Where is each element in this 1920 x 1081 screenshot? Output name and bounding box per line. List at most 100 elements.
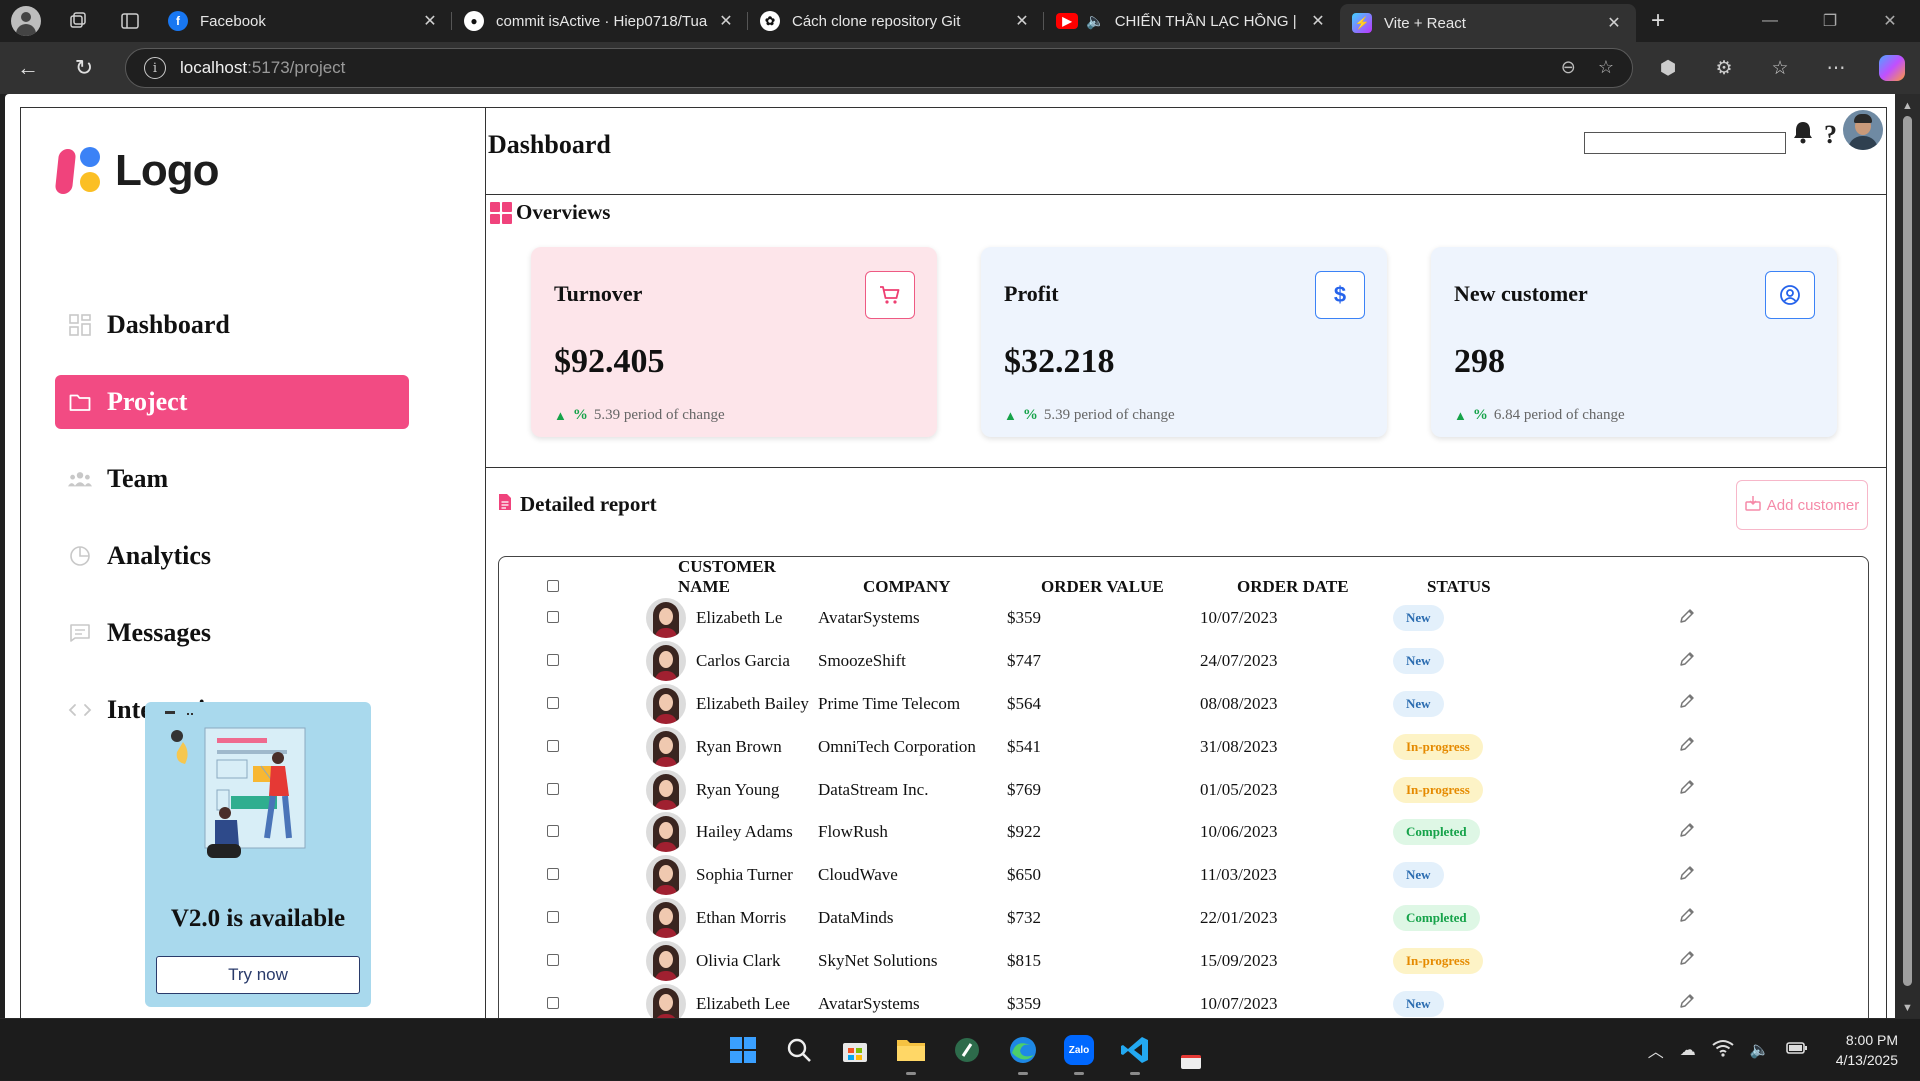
bell-icon[interactable] — [1793, 120, 1813, 149]
dollar-icon[interactable]: $ — [1315, 271, 1365, 319]
app-icon[interactable] — [946, 1029, 988, 1071]
browser-profile-button[interactable] — [0, 0, 52, 42]
scroll-up-icon[interactable]: ▲ — [1902, 100, 1913, 112]
wifi-icon[interactable] — [1712, 1039, 1734, 1062]
sidebar-item-messages[interactable]: Messages — [55, 606, 409, 660]
search-icon[interactable] — [778, 1029, 820, 1071]
address-bar[interactable]: i localhost:5173/project ⊖ ☆ — [125, 48, 1633, 88]
order-date-cell: 15/09/2023 — [1200, 950, 1278, 970]
vscode-icon[interactable] — [1114, 1029, 1156, 1075]
zalo-icon[interactable]: Zalo — [1058, 1029, 1100, 1075]
speaker-icon[interactable]: 🔈 — [1086, 12, 1105, 30]
back-icon[interactable]: ← — [0, 42, 56, 94]
battery-icon[interactable] — [1785, 1040, 1808, 1061]
zoom-icon[interactable]: ⊖ — [1561, 57, 1576, 78]
browser-tab[interactable]: ● commit isActive · Hiep0718/Tuan ✕ — [452, 0, 748, 42]
more-icon[interactable]: ⋯ — [1808, 57, 1864, 80]
logo-text: Logo — [115, 146, 220, 195]
row-checkbox[interactable] — [547, 825, 559, 838]
close-icon[interactable]: ✕ — [716, 11, 736, 31]
avatar[interactable] — [1843, 110, 1883, 150]
browser-tab[interactable]: f Facebook ✕ — [156, 0, 452, 42]
edge-icon[interactable] — [1002, 1029, 1044, 1075]
page-scrollbar[interactable]: ▲ ▼ — [1895, 94, 1920, 1018]
browser-tab[interactable]: ✿ Cách clone repository Git ✕ — [748, 0, 1044, 42]
workspaces-icon[interactable] — [52, 0, 104, 42]
close-icon[interactable]: ✕ — [1308, 11, 1328, 31]
copilot-icon[interactable] — [1879, 55, 1905, 81]
help-icon[interactable]: ? — [1824, 120, 1837, 150]
row-checkbox[interactable] — [547, 953, 559, 966]
profile-icon — [11, 6, 41, 36]
close-icon[interactable]: ✕ — [420, 11, 440, 31]
volume-icon[interactable]: 🔈 — [1750, 1040, 1770, 1060]
logo[interactable]: Logo — [54, 146, 220, 196]
chevron-up-icon[interactable]: ︿ — [1648, 1038, 1664, 1062]
taskbar: Zalo ︿ ☁ 🔈 8:00 PM 4/13/2025 — [0, 1018, 1920, 1080]
close-icon[interactable]: ✕ — [1012, 11, 1032, 31]
edit-pencil-icon[interactable] — [1678, 609, 1696, 629]
windows-start-icon[interactable] — [722, 1029, 764, 1071]
favorite-star-icon[interactable]: ☆ — [1598, 57, 1614, 78]
edit-pencil-icon[interactable] — [1678, 651, 1696, 672]
sidebar-item-dashboard[interactable]: Dashboard — [55, 298, 409, 352]
extension-icon[interactable]: ⬢ — [1640, 57, 1696, 80]
row-checkbox[interactable] — [547, 996, 559, 1009]
minimize-icon[interactable]: — — [1740, 0, 1800, 42]
column-header[interactable]: STATUS — [1393, 557, 1678, 597]
file-explorer-icon[interactable] — [890, 1029, 932, 1075]
edit-pencil-icon[interactable] — [1678, 823, 1696, 843]
store-icon[interactable] — [834, 1029, 876, 1071]
row-checkbox[interactable] — [547, 739, 559, 752]
row-checkbox[interactable] — [547, 910, 559, 923]
close-window-icon[interactable]: ✕ — [1860, 0, 1920, 42]
sidebar-item-analytics[interactable]: Analytics — [55, 529, 409, 583]
scroll-down-icon[interactable]: ▼ — [1902, 1002, 1913, 1014]
extensions-puzzle-icon[interactable]: ⚙ — [1696, 57, 1752, 80]
table-body: Elizabeth Le AvatarSystems $359 10/07/2023 N… — [499, 597, 1728, 1018]
row-checkbox[interactable] — [547, 696, 559, 709]
row-checkbox[interactable] — [547, 868, 559, 881]
row-checkbox[interactable] — [547, 782, 559, 795]
sidebar-item-label: Analytics — [107, 541, 211, 570]
app-icon-small[interactable] — [1170, 1029, 1212, 1071]
tab-actions-icon[interactable] — [104, 0, 156, 42]
close-icon[interactable]: ✕ — [1604, 13, 1624, 33]
github-icon: ● — [464, 11, 484, 31]
column-header[interactable]: COMPANY — [814, 557, 1007, 597]
clock[interactable]: 8:00 PM 4/13/2025 — [1836, 1030, 1898, 1070]
edit-pencil-icon[interactable] — [1678, 908, 1696, 928]
browser-tab-active[interactable]: ⚡ Vite + React ✕ — [1340, 4, 1636, 42]
try-now-button[interactable]: Try now — [156, 956, 360, 994]
column-header[interactable]: ORDER DATE — [1200, 557, 1393, 597]
column-header[interactable]: ORDER VALUE — [1007, 557, 1200, 597]
cart-icon[interactable] — [865, 271, 915, 319]
customer-avatar — [646, 598, 686, 639]
row-checkbox[interactable] — [547, 611, 559, 624]
search-input[interactable] — [1584, 132, 1786, 154]
sidebar-item-project[interactable]: Project — [55, 375, 409, 429]
user-circle-icon[interactable] — [1765, 271, 1815, 319]
sidebar-item-team[interactable]: Team — [55, 452, 409, 506]
edit-pencil-icon[interactable] — [1678, 780, 1696, 800]
order-value-cell: $564 — [1007, 693, 1041, 713]
edit-cell — [1678, 683, 1728, 726]
edit-pencil-icon[interactable] — [1678, 994, 1696, 1014]
table-row: Elizabeth Bailey Prime Time Telecom $564 08… — [499, 683, 1728, 726]
browser-tab[interactable]: ▶ 🔈 CHIẾN THẦN LẠC HỒNG | SI ✕ — [1044, 0, 1340, 42]
onedrive-icon[interactable]: ☁ — [1680, 1040, 1696, 1060]
edit-pencil-icon[interactable] — [1678, 694, 1696, 714]
edit-pencil-icon[interactable] — [1678, 865, 1696, 886]
row-checkbox[interactable] — [547, 654, 559, 667]
favorites-icon[interactable]: ☆ — [1752, 57, 1808, 80]
edit-pencil-icon[interactable] — [1678, 737, 1696, 757]
scroll-thumb[interactable] — [1903, 116, 1912, 986]
reload-icon[interactable]: ↻ — [56, 42, 112, 94]
select-all-checkbox[interactable] — [547, 580, 559, 592]
column-header[interactable]: CUSTOMER NAME — [607, 557, 814, 597]
maximize-icon[interactable]: ❐ — [1800, 0, 1860, 42]
edit-pencil-icon[interactable] — [1678, 951, 1696, 971]
add-customer-button[interactable]: Add customer — [1736, 480, 1868, 530]
new-tab-icon[interactable]: + — [1636, 7, 1680, 35]
site-info-icon[interactable]: i — [144, 57, 166, 79]
